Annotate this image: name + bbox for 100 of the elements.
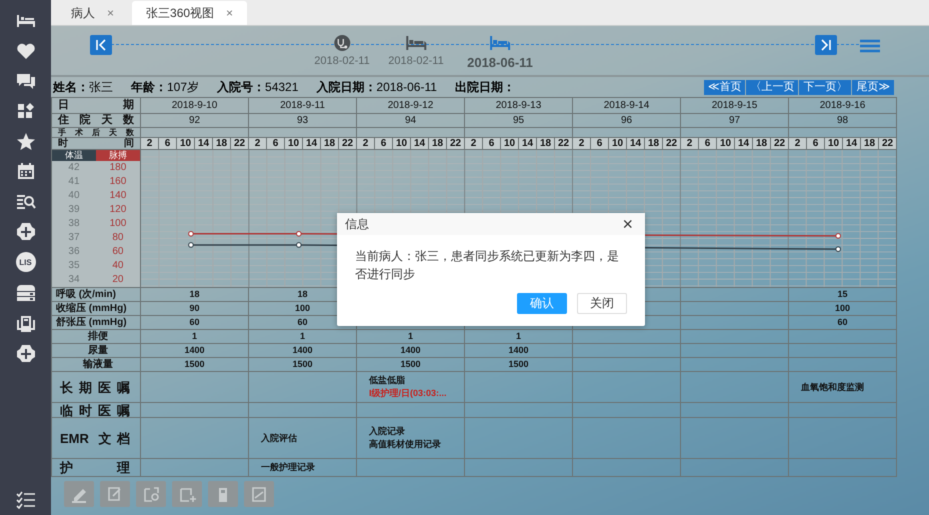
search-list-icon[interactable]	[16, 192, 36, 210]
bed-icon[interactable]	[16, 12, 36, 30]
close-icon[interactable]: ×	[622, 215, 633, 233]
row-label: 护理	[52, 458, 140, 476]
dialog-title: 信息	[345, 216, 369, 232]
date-cell: 2018-9-10	[140, 98, 248, 114]
close-icon[interactable]: ×	[107, 6, 114, 20]
table-cell: 97	[680, 114, 789, 128]
table-cell: 60	[140, 316, 248, 330]
table-cell: 94	[356, 114, 465, 128]
add-document-icon	[178, 485, 196, 503]
row-label: 日期	[52, 98, 140, 114]
table-cell: 95	[464, 114, 573, 128]
table-cell: 100	[788, 302, 897, 316]
table-cell: 1	[140, 330, 248, 344]
patient-field: 入院号：54321	[217, 78, 298, 96]
row-label: 临时医嘱	[52, 402, 140, 418]
row-label: EMR 文档	[52, 418, 140, 458]
first-button[interactable]	[90, 35, 112, 55]
table-cell: 93	[248, 114, 357, 128]
data-point	[188, 230, 194, 237]
legend-header: 脉搏	[96, 150, 140, 161]
date-cell: 2018-9-12	[356, 98, 465, 114]
record-entry[interactable]: 入院评估	[261, 432, 297, 442]
table-cell: 90	[140, 302, 248, 316]
book-icon	[250, 485, 268, 503]
clipboard-button[interactable]	[208, 481, 238, 507]
legend-header: 体温	[52, 150, 96, 161]
record-entry[interactable]: 低盐低脂	[369, 375, 406, 385]
row-label: 排便	[52, 330, 140, 344]
medical-cross-icon[interactable]	[16, 344, 36, 362]
row-label: 呼吸 (次/min)	[52, 288, 140, 302]
row-label: 输液量	[52, 358, 140, 372]
patient-field: 出院日期：	[454, 78, 515, 96]
table-cell: 96	[572, 114, 681, 128]
date-cell: 2018-9-11	[248, 98, 357, 114]
medical-cross-icon[interactable]	[16, 222, 36, 240]
table-cell: 1500	[464, 358, 573, 372]
widgets-icon[interactable]	[16, 102, 36, 120]
event-date[interactable]: 2018-06-11	[467, 55, 533, 70]
date-cell: 2018-9-13	[464, 98, 573, 114]
row-label: 舒张压 (mmHg)	[52, 316, 140, 330]
pager-button[interactable]: 下一页〉	[799, 80, 852, 94]
table-cell: 1500	[140, 358, 248, 372]
pager-button[interactable]: ≪首页	[704, 80, 746, 94]
row-label: 尿量	[52, 344, 140, 358]
axis-tick: 40	[111, 261, 124, 271]
pager-button[interactable]: 〈上一页	[746, 80, 798, 94]
lis-badge[interactable]: LIS	[16, 252, 36, 272]
axis-tick: 39	[67, 205, 81, 215]
monitor-icon[interactable]	[16, 314, 36, 332]
table-cell: 1	[248, 330, 357, 344]
star-icon[interactable]	[16, 132, 36, 150]
record-entry[interactable]: 血氧饱和度监测	[801, 382, 864, 392]
axis-tick: 140	[108, 191, 128, 201]
axis-tick: 100	[108, 219, 128, 229]
axis-tick: 40	[67, 191, 81, 201]
table-cell: 15	[788, 288, 897, 302]
pager-button[interactable]: 尾页≫	[852, 80, 894, 94]
patient-field: 入院日期：2018-06-11	[316, 78, 437, 96]
table-cell: 60	[788, 316, 897, 330]
table-cell: 1400	[356, 344, 465, 358]
close-button[interactable]: 关闭	[577, 293, 627, 314]
table-cell: 1	[356, 330, 465, 344]
server-icon[interactable]	[16, 284, 36, 302]
last-button[interactable]	[815, 35, 837, 55]
bed-icon[interactable]	[405, 35, 427, 51]
tab[interactable]: 病人 ×	[57, 1, 128, 25]
patient-field: 姓名：张三	[53, 78, 113, 96]
dialog-message: 当前病人：张三，患者同步系统已更新为李四，是否进行同步	[354, 248, 620, 283]
data-point	[296, 230, 302, 237]
close-icon[interactable]: ×	[226, 6, 234, 20]
data-point	[835, 233, 841, 239]
patient-field: 年龄：107岁	[131, 78, 200, 96]
data-point	[296, 242, 302, 248]
table-cell: 92	[140, 114, 248, 128]
axis-tick: 36	[67, 247, 81, 257]
chat-icon[interactable]	[16, 72, 36, 90]
axis-tick: 120	[108, 205, 128, 215]
record-entry[interactable]: 入院记录	[369, 426, 406, 436]
table-cell: 1400	[140, 344, 248, 358]
table-cell: 1500	[248, 358, 357, 372]
axis-tick: 60	[111, 247, 124, 257]
axis-tick: 38	[67, 219, 81, 229]
data-point	[835, 246, 841, 252]
row-label: 住院天数	[52, 114, 140, 128]
heart-icon[interactable]	[16, 42, 36, 60]
table-cell: 18	[140, 288, 248, 302]
record-entry[interactable]: 高值耗材使用记录	[369, 439, 442, 449]
axis-tick: 180	[108, 163, 128, 173]
last-icon	[819, 38, 833, 52]
axis-tick: 34	[67, 275, 81, 285]
date-cell: 2018-9-14	[572, 98, 681, 114]
row-label: 收缩压 (mmHg)	[52, 302, 140, 316]
calendar-icon[interactable]	[16, 162, 36, 180]
table-cell: 1	[464, 330, 573, 344]
table-cell: 1400	[464, 344, 573, 358]
axis-tick: 80	[111, 233, 124, 243]
checklist-icon[interactable]	[16, 491, 36, 509]
tab[interactable]: 张三360视图 ×	[132, 1, 248, 25]
